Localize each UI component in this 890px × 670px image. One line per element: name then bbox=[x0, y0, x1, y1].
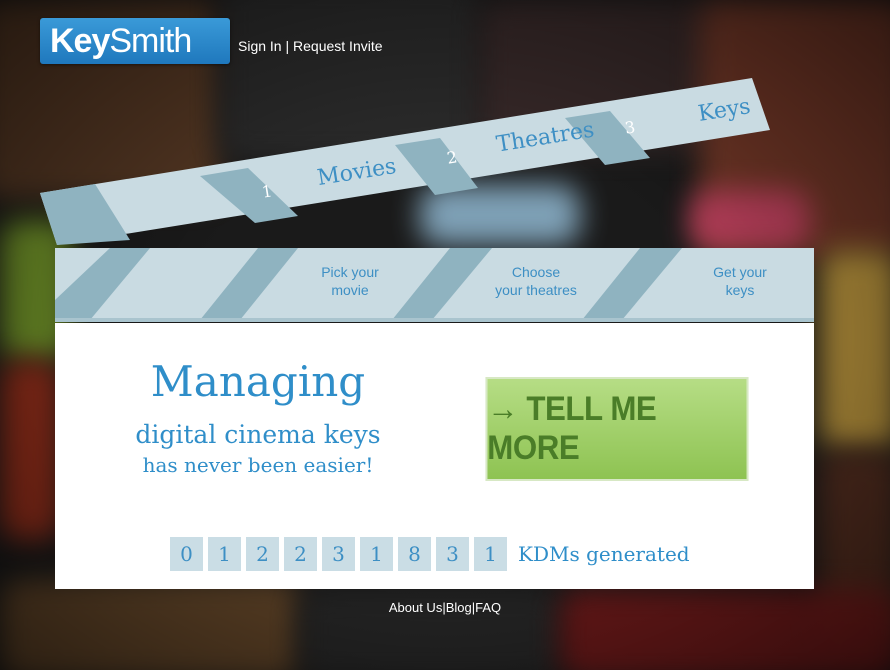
keysmith-logo[interactable]: Key Smith bbox=[40, 18, 230, 64]
counter-digit: 3 bbox=[436, 537, 469, 571]
step-3-subtitle-line1: Get your bbox=[713, 264, 767, 280]
logo-text-key: Key bbox=[50, 21, 110, 60]
step-1-subtitle: Pick your movie bbox=[300, 263, 400, 299]
hero-line-3: has never been easier! bbox=[142, 453, 374, 477]
step-2-subtitle-line1: Choose bbox=[511, 264, 561, 280]
header-separator: | bbox=[285, 38, 290, 54]
step-3-subtitle: Get your keys bbox=[690, 263, 790, 299]
sign-in-link[interactable]: Sign In bbox=[238, 38, 282, 54]
counter-digit: 8 bbox=[398, 537, 431, 571]
counter-digit: 2 bbox=[284, 537, 317, 571]
counter-digit: 3 bbox=[322, 537, 355, 571]
faq-link[interactable]: FAQ bbox=[475, 600, 501, 615]
hero-headline: Managing bbox=[150, 357, 366, 406]
step-1-subtitle-line1: Pick your bbox=[321, 264, 379, 280]
counter-digit: 1 bbox=[208, 537, 241, 571]
counter-digit: 1 bbox=[474, 537, 507, 571]
blog-link[interactable]: Blog bbox=[446, 600, 472, 615]
kdm-counter: 0 1 2 2 3 1 8 3 1 KDMs generated bbox=[170, 537, 690, 571]
step-2-subtitle: Choose your theatres bbox=[476, 263, 596, 299]
request-invite-link[interactable]: Request Invite bbox=[293, 38, 383, 54]
counter-label: KDMs generated bbox=[518, 542, 690, 566]
about-us-link[interactable]: About Us bbox=[389, 600, 442, 615]
step-1-subtitle-line2: movie bbox=[331, 282, 369, 298]
counter-digit: 0 bbox=[170, 537, 203, 571]
counter-digit: 2 bbox=[246, 537, 279, 571]
tell-me-more-button[interactable]: → TELL ME MORE bbox=[485, 377, 749, 481]
counter-digit: 1 bbox=[360, 537, 393, 571]
step-3-subtitle-line2: keys bbox=[725, 282, 755, 298]
hero-line-2: digital cinema keys bbox=[135, 420, 381, 449]
step-2-subtitle-line2: your theatres bbox=[495, 282, 577, 298]
footer-links: About Us|Blog|FAQ bbox=[0, 600, 890, 615]
logo-text-smith: Smith bbox=[109, 21, 192, 60]
header-links: Sign In | Request Invite bbox=[238, 38, 383, 54]
